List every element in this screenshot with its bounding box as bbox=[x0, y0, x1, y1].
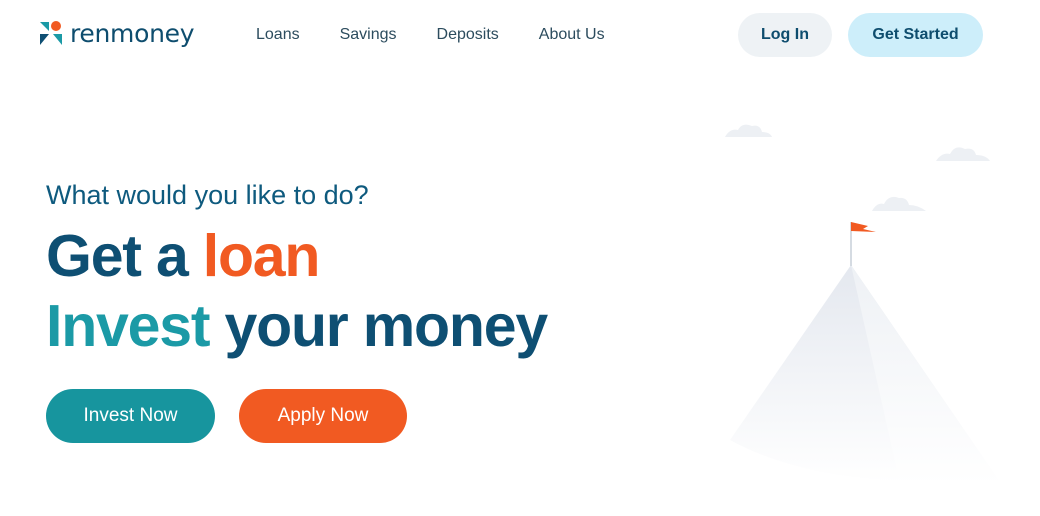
apply-now-button[interactable]: Apply Now bbox=[239, 389, 407, 443]
mountain-icon bbox=[730, 265, 1000, 485]
nav-item-savings[interactable]: Savings bbox=[340, 26, 397, 44]
logo-text: renmoney bbox=[70, 19, 195, 48]
hero-question: What would you like to do? bbox=[46, 180, 369, 210]
flag-icon bbox=[850, 222, 876, 266]
cloud-icon bbox=[936, 147, 990, 161]
main-nav: Loans Savings Deposits About Us bbox=[256, 26, 645, 44]
headline-loan: loan bbox=[202, 223, 321, 289]
headline-get-a: Get a bbox=[46, 223, 203, 289]
nav-item-about-us[interactable]: About Us bbox=[539, 26, 605, 44]
headline-your-money: your money bbox=[209, 293, 549, 359]
get-started-button[interactable]: Get Started bbox=[848, 13, 983, 57]
headline-invest: Invest bbox=[46, 293, 211, 359]
login-button[interactable]: Log In bbox=[738, 13, 832, 57]
hero-headline-invest: Invest your money bbox=[46, 292, 549, 360]
logo[interactable]: renmoney bbox=[38, 19, 195, 48]
mountain-illustration bbox=[700, 110, 1030, 510]
nav-item-loans[interactable]: Loans bbox=[256, 26, 300, 44]
nav-item-deposits[interactable]: Deposits bbox=[437, 26, 499, 44]
invest-now-button[interactable]: Invest Now bbox=[46, 389, 215, 443]
logo-mark-icon bbox=[38, 20, 64, 48]
cloud-icon bbox=[872, 196, 926, 211]
cloud-icon bbox=[725, 124, 772, 137]
hero-headline-loan: Get a loan bbox=[46, 222, 321, 290]
